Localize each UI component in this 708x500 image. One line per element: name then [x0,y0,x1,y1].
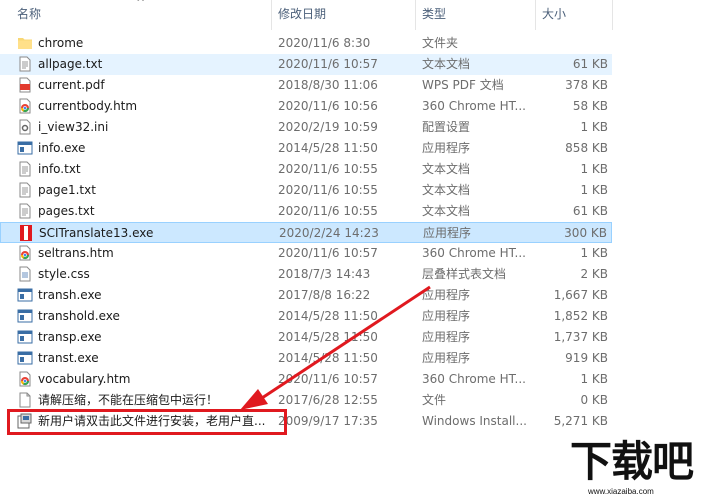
watermark-logo-text: 下载吧 [570,437,694,486]
watermark-logo: 下载吧 www.xiazaiba.com [566,437,708,500]
annotation-highlight-box [7,409,287,435]
watermark-url: www.xiazaiba.com [588,487,654,496]
